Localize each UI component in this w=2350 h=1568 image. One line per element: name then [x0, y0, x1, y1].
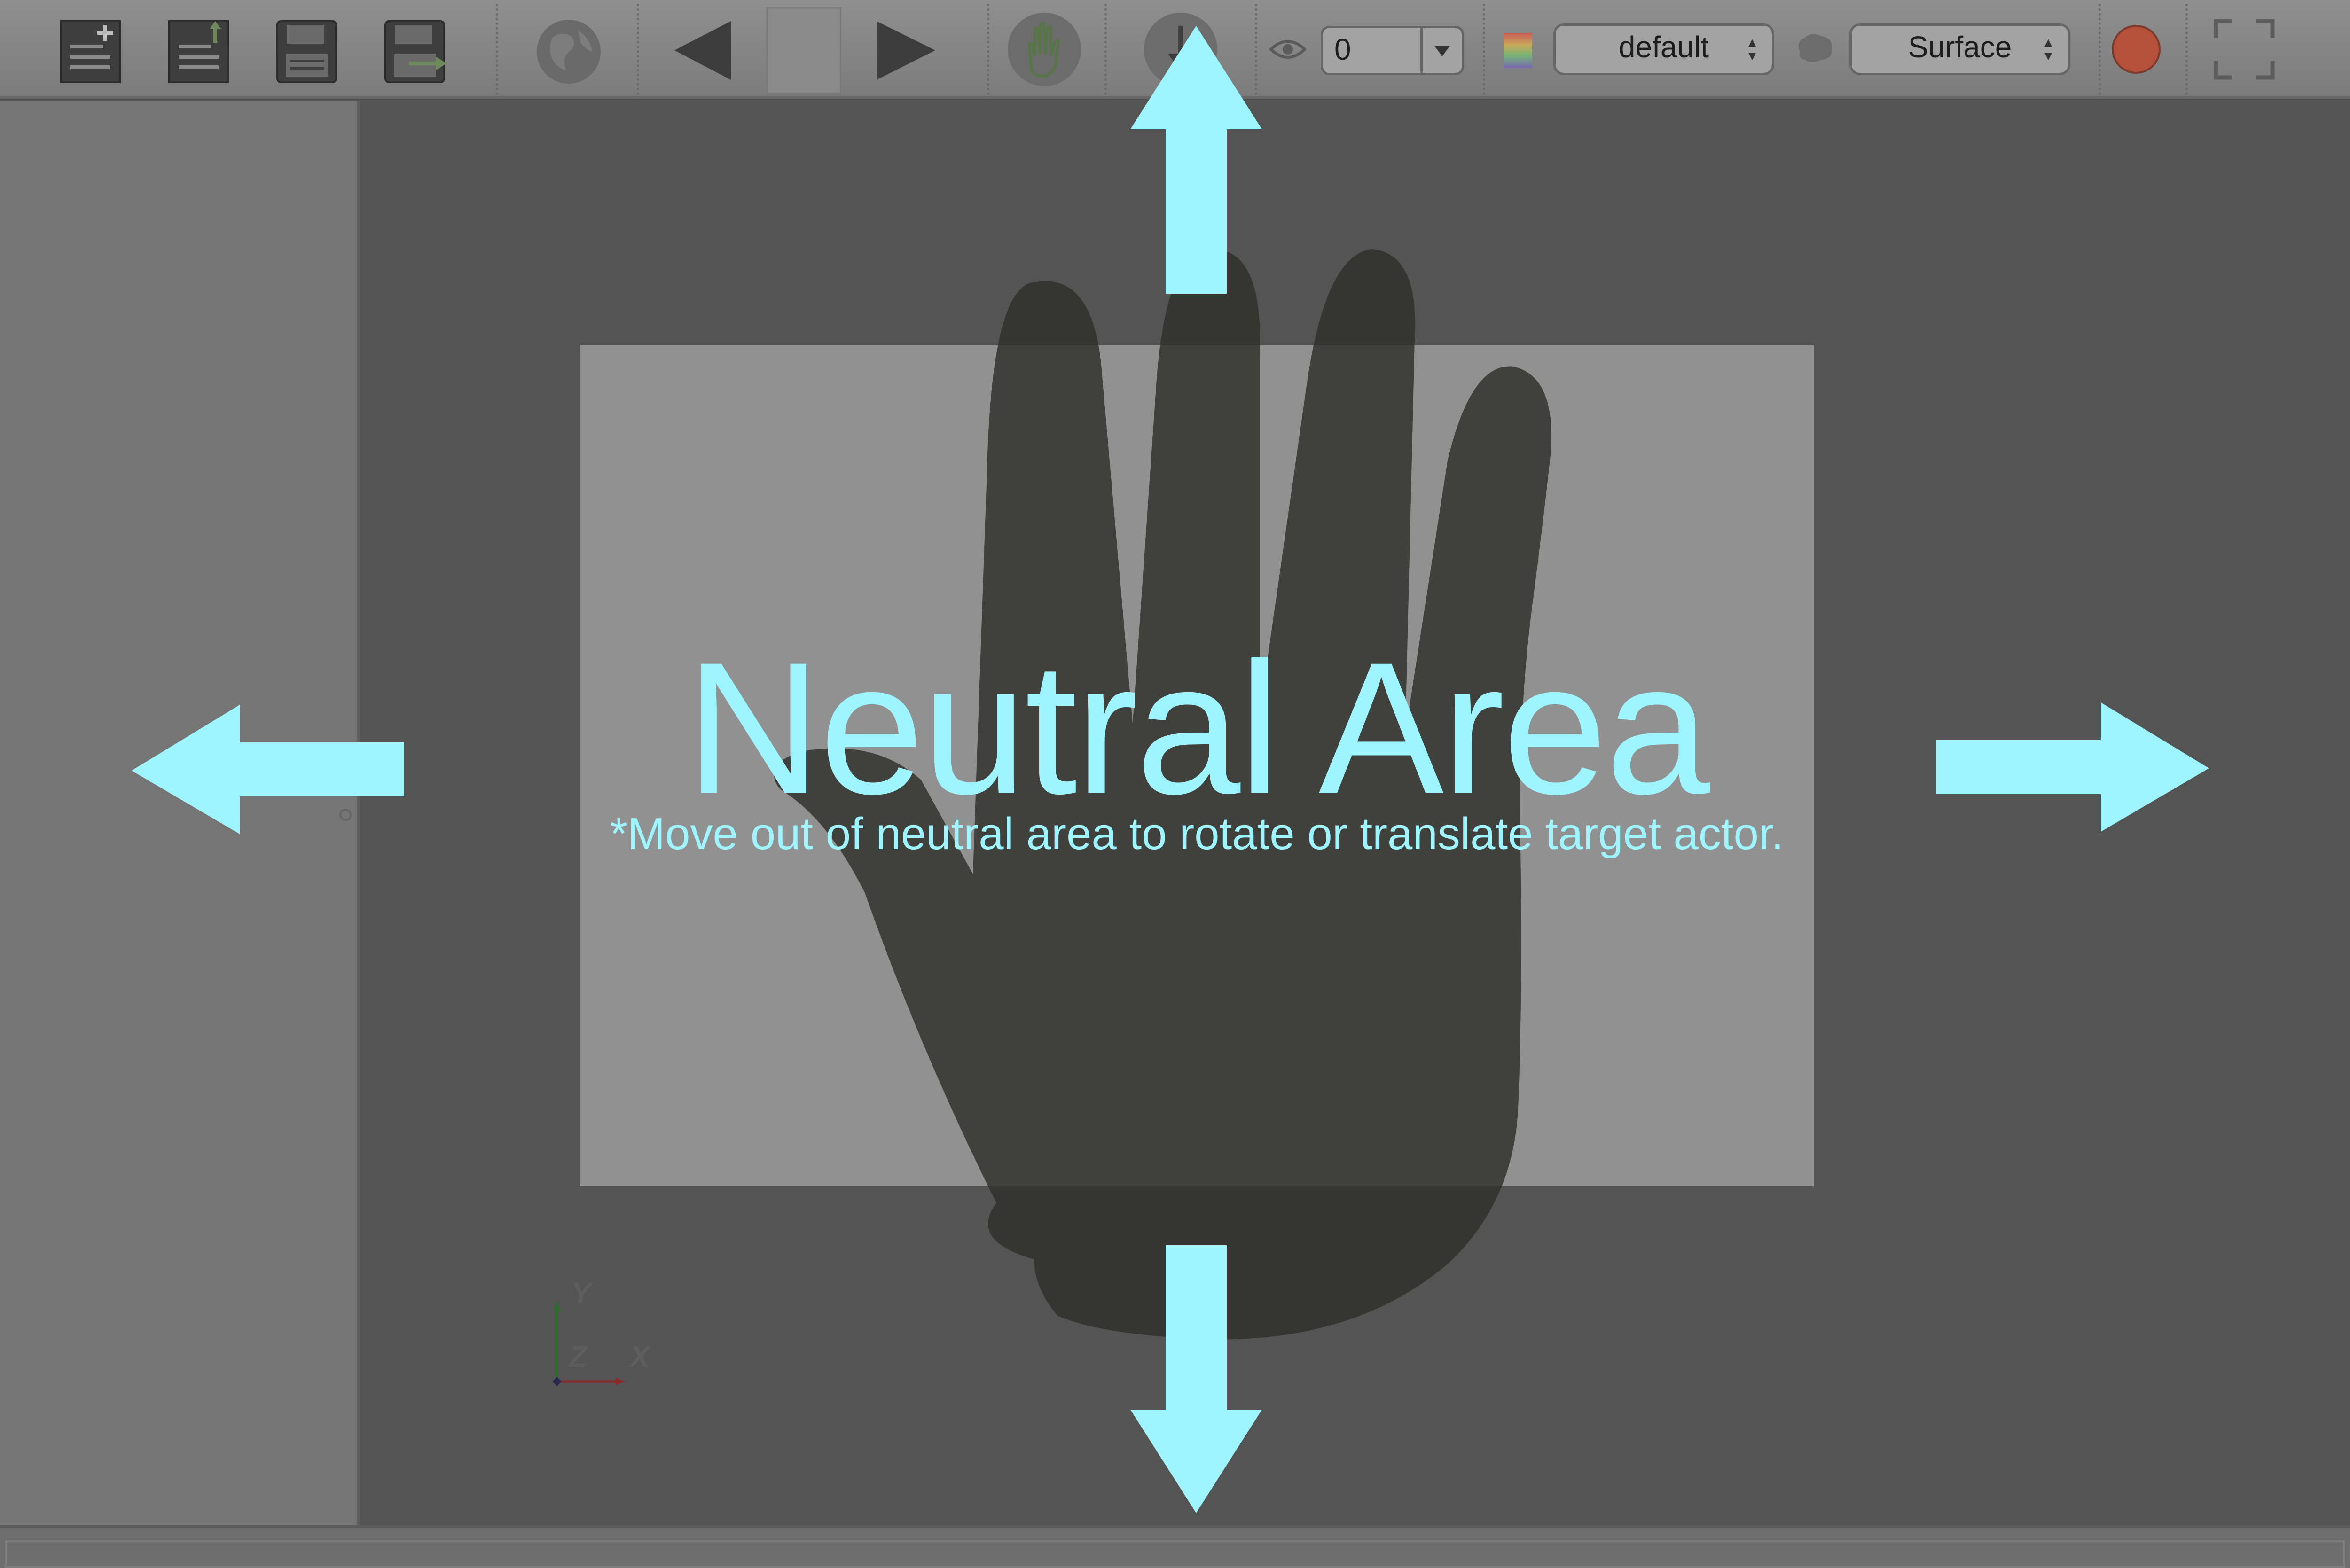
frame-spinbox[interactable]: 0	[1321, 26, 1464, 75]
colormap-select[interactable]: default ▲ ▼	[1553, 23, 1774, 75]
axis-z-label: Z	[569, 1340, 588, 1373]
hand-icon[interactable]	[1006, 9, 1083, 89]
open-document-icon[interactable]	[164, 16, 233, 85]
orientation-axes	[552, 1302, 625, 1386]
record-icon[interactable]	[2110, 23, 2162, 75]
representation-select-label: Surface	[1908, 30, 2012, 64]
axis-x-label: X	[630, 1340, 650, 1373]
brain-icon	[1793, 31, 1835, 68]
colormap-select-label: default	[1618, 30, 1709, 64]
right-arrow-icon	[1936, 702, 2209, 832]
axis-y-label: Y	[571, 1276, 591, 1310]
save-icon[interactable]	[273, 16, 341, 85]
blank-button[interactable]	[766, 7, 841, 94]
fullscreen-icon[interactable]	[2214, 19, 2275, 80]
globe-icon[interactable]	[533, 16, 604, 87]
up-arrow-icon	[1130, 26, 1262, 294]
representation-select[interactable]: Surface ▲ ▼	[1849, 23, 2070, 75]
neutral-area-title: Neutral Area	[685, 623, 1710, 833]
frame-value: 0	[1334, 32, 1351, 66]
colormap-icon	[1502, 31, 1535, 70]
save-as-icon[interactable]	[381, 16, 449, 85]
status-bar-field	[5, 1540, 2345, 1568]
down-arrow-icon	[1130, 1245, 1262, 1513]
eye-icon	[1269, 35, 1307, 63]
frame-dropdown-button[interactable]	[1420, 28, 1462, 73]
neutral-area-subtitle: *Move out of neutral area to rotate or t…	[610, 809, 1784, 859]
next-icon[interactable]	[877, 21, 938, 80]
new-document-icon[interactable]	[56, 16, 125, 85]
left-arrow-icon	[132, 705, 404, 834]
previous-icon[interactable]	[674, 21, 736, 80]
status-bar	[0, 1525, 2350, 1568]
updown-arrows-icon: ▲ ▼	[1746, 35, 1759, 63]
updown-arrows-icon: ▲ ▼	[2042, 35, 2055, 63]
